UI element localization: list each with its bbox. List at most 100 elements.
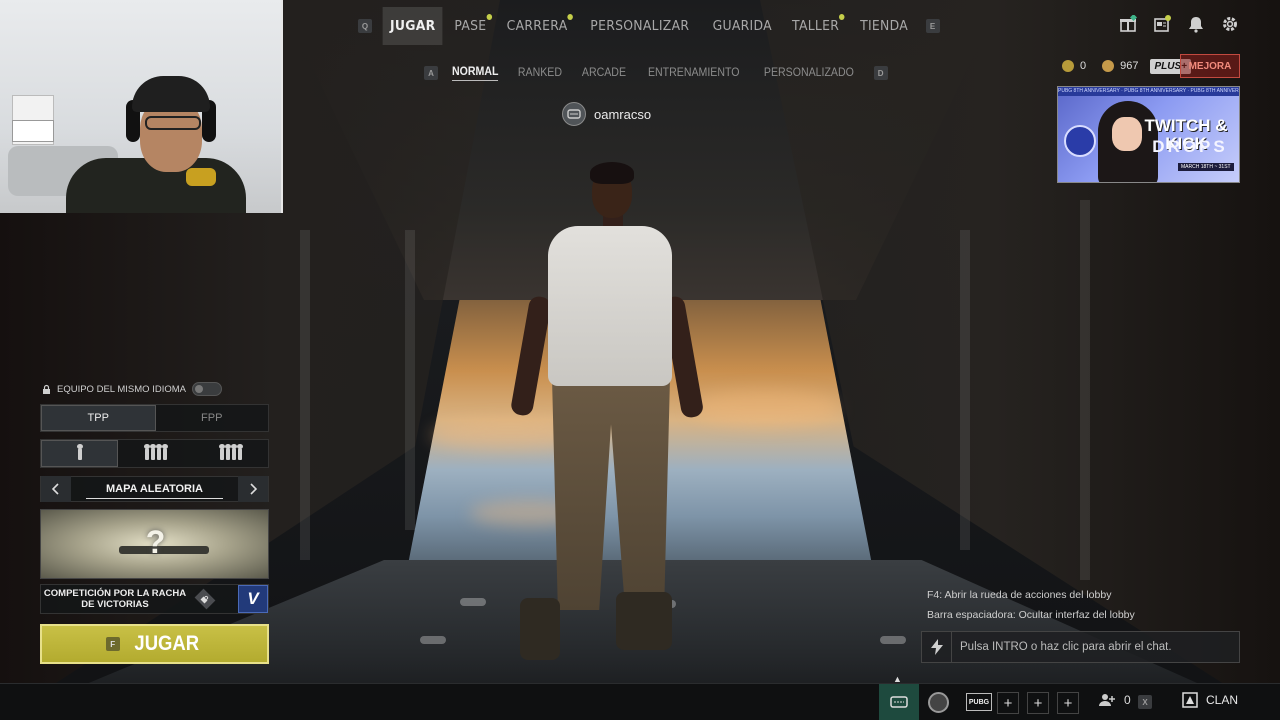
top-right-icons	[1118, 14, 1240, 34]
subnav-prev-key: A	[424, 66, 438, 80]
player-figure-icon	[76, 443, 83, 460]
mode-personalizado[interactable]: PERSONALIZADO	[764, 67, 854, 79]
hint-action-wheel: F4: Abrir la rueda de acciones del lobby	[927, 589, 1112, 601]
mode-normal[interactable]: NORMAL	[452, 66, 499, 81]
clan-icon	[1182, 692, 1198, 708]
map-next-button[interactable]	[238, 476, 268, 502]
tab-pase[interactable]: PASE	[447, 7, 494, 45]
globe-icon[interactable]	[928, 692, 949, 713]
promo-subtitle: DROPS	[1152, 137, 1228, 156]
upgrade-button[interactable]: MEJORA	[1180, 54, 1240, 78]
tab-label: TALLER	[792, 18, 840, 34]
anniversary-badge-icon	[1064, 125, 1096, 157]
tab-label: TIENDA	[859, 18, 908, 34]
chevron-right-icon	[250, 483, 257, 495]
coin-icon	[1062, 60, 1074, 72]
hangar-rib	[300, 230, 310, 560]
player-figure-icon	[149, 443, 156, 460]
friends-count: 0	[1124, 693, 1131, 707]
player-name: oamracso	[594, 106, 652, 122]
hint-hide-ui: Barra espaciadora: Ocultar interfaz del …	[927, 609, 1135, 621]
tab-jugar[interactable]: JUGAR	[382, 7, 443, 45]
lock-icon	[43, 384, 50, 394]
chat-placeholder: Pulsa INTRO o haz clic para abrir el cha…	[960, 641, 1172, 653]
play-hotkey: F	[105, 637, 120, 651]
notification-dot	[567, 14, 574, 20]
mode-ranked[interactable]: RANKED	[518, 67, 562, 79]
gear-icon[interactable]	[1220, 14, 1240, 34]
bottom-bar: ▲ PUBG + + + 0 X CLAN	[0, 674, 1280, 720]
player-figure-icon	[218, 443, 225, 460]
cloud	[430, 420, 590, 450]
pubg-brand-button[interactable]: PUBG	[966, 693, 992, 711]
tab-carrera[interactable]: CARRERA	[500, 7, 576, 45]
perspective-tpp[interactable]: TPP	[41, 405, 156, 431]
same-language-label: EQUIPO DEL MISMO IDIOMA	[57, 383, 186, 395]
clan-button[interactable]: CLAN	[1182, 692, 1238, 708]
floor-light	[460, 598, 486, 606]
tab-label: PASE	[454, 18, 487, 34]
add-slot-button[interactable]: +	[997, 692, 1019, 714]
player-figure-icon	[230, 443, 237, 460]
lightning-icon[interactable]	[922, 632, 952, 662]
map-name: MAPA ALEATORIA	[71, 483, 238, 499]
cloud	[470, 500, 590, 526]
webcam-shoebox	[12, 120, 54, 142]
friends-button[interactable]: 0	[1098, 693, 1131, 707]
currency-b-amount: 967	[1120, 60, 1139, 72]
webcam-microphone	[186, 168, 216, 186]
tab-guarida[interactable]: GUARIDA	[705, 7, 779, 45]
news-icon[interactable]	[1152, 14, 1172, 34]
map-prev-button[interactable]	[41, 476, 71, 502]
tab-label: CARRERA	[506, 18, 568, 34]
chat-input-bar[interactable]: Pulsa INTRO o haz clic para abrir el cha…	[921, 631, 1240, 663]
play-label: JUGAR	[134, 632, 199, 655]
gift-icon[interactable]	[1118, 14, 1138, 34]
hangar-rib	[405, 230, 415, 530]
tab-tienda[interactable]: TIENDA	[852, 7, 915, 45]
player-figure-icon	[155, 443, 162, 460]
win-streak-badge: V	[238, 585, 268, 613]
chat-button[interactable]	[879, 684, 919, 720]
same-language-toggle[interactable]	[191, 382, 222, 396]
promo-banner[interactable]: PUBG 8TH ANNIVERSARY · PUBG 8TH ANNIVERS…	[1057, 86, 1240, 183]
add-slot-button[interactable]: +	[1057, 692, 1079, 714]
floor-light	[880, 636, 906, 644]
tab-label: PERSONALIZAR	[590, 18, 690, 34]
main-nav: Q JUGAR PASE CARRERA PERSONALIZAR GUARID…	[350, 6, 948, 46]
notification-dot	[839, 14, 846, 20]
chat-bubble-icon	[890, 695, 908, 708]
subnav-next-key: D	[873, 66, 888, 80]
webcam-glasses	[145, 116, 201, 130]
squad-solo[interactable]	[41, 440, 118, 467]
add-slot-button[interactable]: +	[1027, 692, 1049, 714]
bell-icon[interactable]	[1186, 14, 1206, 34]
player-figure-icon	[161, 443, 168, 460]
tab-taller[interactable]: TALLER	[785, 7, 847, 45]
squad-duo[interactable]	[118, 440, 193, 467]
mode-arcade[interactable]: ARCADE	[582, 67, 626, 79]
play-button[interactable]: F JUGAR	[40, 624, 269, 664]
mode-entrenamiento[interactable]: ENTRENAMIENTO	[648, 67, 740, 79]
random-map-question-mark: ?	[145, 524, 166, 560]
promo-stripe: PUBG 8TH ANNIVERSARY · PUBG 8TH ANNIVERS…	[1058, 87, 1240, 96]
perspective-fpp[interactable]: FPP	[156, 405, 269, 431]
map-selector: MAPA ALEATORIA	[40, 476, 269, 502]
mode-subnav: A NORMAL RANKED ARCADE ENTRENAMIENTO PER…	[424, 62, 900, 84]
floor-light	[650, 600, 676, 608]
squad-size-selector	[40, 439, 269, 468]
clan-label: CLAN	[1206, 693, 1239, 707]
tab-personalizar[interactable]: PERSONALIZAR	[583, 7, 697, 45]
currency-bar: 0 967 PLUS+	[1062, 56, 1191, 76]
map-preview[interactable]: ?	[40, 509, 269, 579]
floor-light	[420, 636, 446, 644]
squad-squad[interactable]	[193, 440, 268, 467]
perspective-selector: TPP FPP	[40, 404, 269, 432]
player-figure-icon	[236, 443, 243, 460]
hangar-rib	[960, 230, 970, 550]
player-nameplate[interactable]: oamracso	[562, 102, 651, 126]
hangar-rib	[1080, 200, 1090, 580]
lobby-hints: F4: Abrir la rueda de acciones del lobby…	[921, 585, 1240, 625]
tab-label: JUGAR	[389, 18, 436, 34]
win-streak-competition[interactable]: COMPETICIÓN POR LA RACHA DE VICTORIAS V	[40, 584, 269, 614]
